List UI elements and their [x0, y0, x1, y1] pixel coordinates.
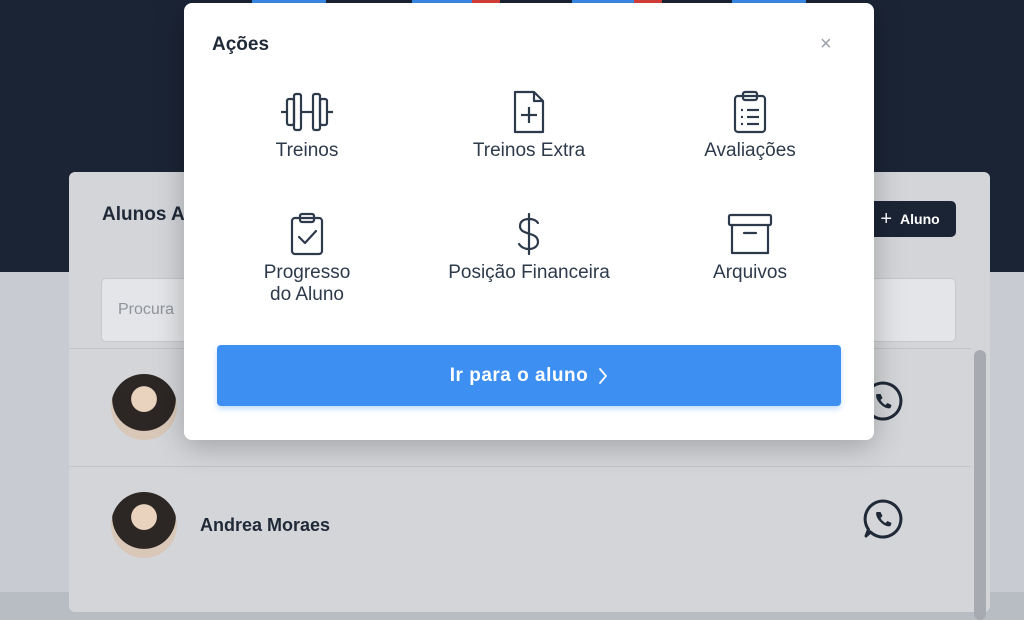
clipboard-list-icon — [733, 90, 767, 134]
action-label: Posição Financeira — [448, 262, 610, 283]
add-student-label: Aluno — [900, 211, 940, 227]
action-arquivos[interactable]: Arquivos — [640, 212, 860, 284]
archive-icon — [727, 213, 773, 255]
list-scrollbar[interactable] — [974, 350, 986, 620]
action-label: Treinos — [275, 140, 339, 161]
dollar-icon — [517, 212, 540, 256]
action-treinos-extra[interactable]: Treinos Extra — [419, 90, 639, 162]
chevron-right-icon — [599, 367, 608, 384]
student-name: Andrea Moraes — [200, 515, 331, 535]
avatar — [111, 374, 177, 440]
clipboard-check-icon — [290, 212, 324, 256]
plus-icon: + — [880, 208, 893, 230]
file-plus-icon — [513, 90, 545, 134]
actions-modal: Ações × Treinos Treinos Extra Avaliações… — [184, 3, 874, 440]
close-icon[interactable]: × — [820, 33, 832, 56]
student-row[interactable]: Andrea Moraes — [69, 466, 971, 585]
action-treinos[interactable]: Treinos — [197, 90, 417, 162]
go-to-student-button[interactable]: Ir para o aluno — [217, 345, 841, 406]
action-progresso-do-aluno[interactable]: Progresso do Aluno — [197, 212, 417, 306]
add-student-button[interactable]: + Aluno — [864, 201, 956, 237]
modal-title: Ações — [212, 34, 270, 55]
avatar — [111, 492, 177, 558]
go-to-student-label: Ir para o aluno — [449, 364, 589, 386]
action-label: Arquivos — [713, 262, 787, 283]
action-label: Avaliações — [704, 140, 796, 161]
action-label: Treinos Extra — [472, 140, 586, 161]
action-avaliacoes[interactable]: Avaliações — [640, 90, 860, 162]
panel-title: Alunos A — [102, 204, 185, 225]
action-posicao-financeira[interactable]: Posição Financeira — [419, 212, 639, 284]
dumbbell-icon — [281, 92, 333, 132]
action-label: Progresso do Aluno — [263, 262, 351, 305]
whatsapp-icon[interactable] — [861, 497, 905, 541]
